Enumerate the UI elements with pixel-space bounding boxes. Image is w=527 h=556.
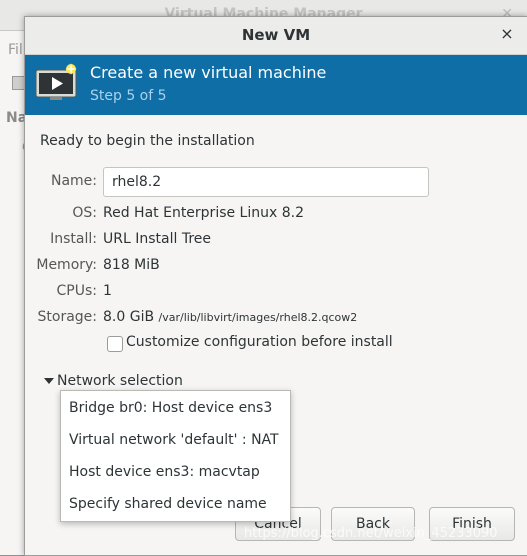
os-label: OS: [72, 205, 97, 221]
os-value: Red Hat Enterprise Linux 8.2 [103, 205, 304, 221]
new-vm-monitor-icon [35, 63, 79, 107]
banner-step-indicator: Step 5 of 5 [90, 88, 167, 104]
ready-heading: Ready to begin the installation [40, 133, 255, 149]
name-row: Name: rhel8.2 [25, 167, 527, 197]
name-input[interactable]: rhel8.2 [103, 167, 429, 197]
wizard-banner: Create a new virtual machine Step 5 of 5 [25, 55, 527, 115]
network-selection-label: Network selection [57, 373, 183, 389]
close-icon: × [500, 24, 514, 43]
dialog-title: New VM [241, 26, 311, 44]
background-menu-file: Fil [8, 42, 23, 58]
customize-checkbox[interactable] [107, 336, 123, 352]
cpus-row: CPUs: 1 [25, 283, 527, 305]
banner-title: Create a new virtual machine [90, 63, 327, 82]
cpus-label: CPUs: [56, 283, 97, 299]
network-dropdown-menu: Bridge br0: Host device ens3 Virtual net… [60, 390, 291, 522]
storage-path: /var/lib/libvirt/images/rhel8.2.qcow2 [158, 311, 358, 324]
cpus-value: 1 [103, 283, 112, 299]
install-value: URL Install Tree [103, 231, 211, 247]
storage-size: 8.0 GiB [103, 309, 155, 325]
os-row: OS: Red Hat Enterprise Linux 8.2 [25, 205, 527, 227]
close-button[interactable]: × [497, 24, 517, 44]
install-label: Install: [50, 231, 97, 247]
network-option[interactable]: Virtual network 'default' : NAT [69, 432, 279, 448]
customize-label[interactable]: Customize configuration before install [126, 334, 393, 350]
memory-label: Memory: [36, 257, 97, 273]
network-option[interactable]: Specify shared device name [69, 496, 267, 512]
dialog-titlebar: New VM × [25, 17, 527, 55]
storage-value: 8.0 GiB /var/lib/libvirt/images/rhel8.2.… [103, 309, 357, 325]
network-option[interactable]: Bridge br0: Host device ens3 [69, 400, 272, 416]
storage-row: Storage: 8.0 GiB /var/lib/libvirt/images… [25, 309, 527, 331]
name-label: Name: [50, 173, 97, 189]
memory-value: 818 MiB [103, 257, 160, 273]
expander-arrow-icon [44, 378, 54, 384]
watermark: https://blog.csdn.net/weixin_45233090 [244, 526, 498, 541]
network-option[interactable]: Host device ens3: macvtap [69, 464, 260, 480]
memory-row: Memory: 818 MiB [25, 257, 527, 279]
install-row: Install: URL Install Tree [25, 231, 527, 253]
network-selection-expander[interactable]: Network selection [44, 373, 183, 389]
storage-label: Storage: [37, 309, 98, 325]
